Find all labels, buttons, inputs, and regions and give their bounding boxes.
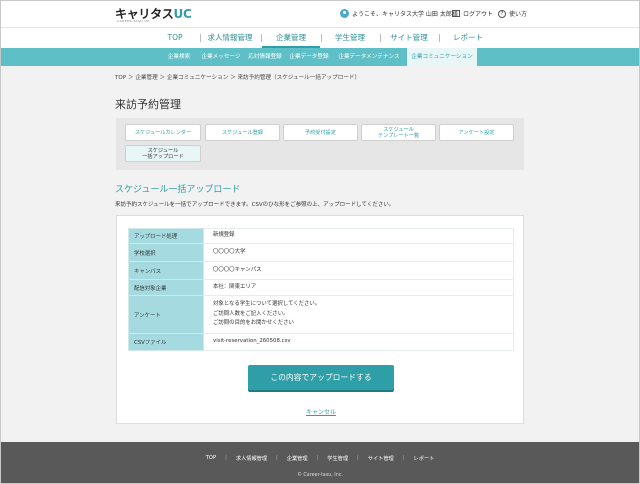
- tab-bulk-upload[interactable]: スケジュール 一括アップロード: [125, 145, 201, 162]
- footer-link-top[interactable]: TOP: [197, 455, 225, 462]
- main-nav-site[interactable]: サイト管理: [380, 28, 438, 48]
- footer-links: TOP | 求人情報管理 | 企業管理 | 学生管理 | サイト管理 | レポート: [0, 455, 640, 462]
- user-greeting: ようこそ、キャリタス大学 山田 太郎様: [340, 9, 458, 18]
- row-value: 〇〇〇〇キャンパス: [203, 261, 514, 280]
- logout-link[interactable]: ログアウト: [452, 9, 493, 18]
- tab-survey-settings[interactable]: アンケート設定: [439, 124, 514, 141]
- breadcrumb[interactable]: TOP ＞ 企業管理 ＞ 企業コミュニケーション ＞ 来訪予約管理（スケジュール…: [115, 73, 360, 81]
- logout-label: ログアウト: [463, 11, 494, 18]
- sub-nav-company-data[interactable]: 企業データ登録: [287, 48, 331, 66]
- row-label: CSVファイル: [128, 333, 204, 351]
- upload-button[interactable]: この内容でアップロードする: [248, 365, 394, 390]
- tab-schedule-calendar[interactable]: スケジュールカレンダー: [125, 124, 201, 141]
- row-label: 学校選択: [128, 243, 204, 262]
- greeting-text: ようこそ、キャリタス大学 山田 太郎様: [352, 11, 458, 18]
- tab-panel: スケジュールカレンダー スケジュール登録 予約受付設定 スケジュール テンプレー…: [116, 118, 524, 170]
- table-row: 学校選択 〇〇〇〇大学: [128, 243, 514, 262]
- row-label: アップロード処理: [128, 228, 204, 244]
- footer-link-companies[interactable]: 企業管理: [278, 455, 317, 462]
- logo-subtitle: CAREER-TASU UC: [117, 19, 150, 23]
- cancel-link[interactable]: キャンセル: [117, 407, 525, 416]
- section-description: 来訪予約スケジュールを一括でアップロードできます。CSVのひな形をご参照の上、ア…: [115, 202, 395, 208]
- sub-nav-company-message[interactable]: 企業メッセージ: [199, 48, 243, 66]
- sub-nav-data-maintenance[interactable]: 企業データメンテナンス: [332, 48, 406, 66]
- help-icon: ?: [498, 9, 506, 18]
- help-link[interactable]: ? 使い方: [498, 9, 527, 18]
- row-value: 対象となる学生について選択してください。 ご訪問人数をご記入ください。 ご訪問の…: [203, 295, 514, 334]
- copyright: © Career-tasu, Inc.: [297, 473, 343, 478]
- page-title: 来訪予約管理: [115, 98, 181, 111]
- sub-nav: 企業検索 企業メッセージ 応対情報登録 企業データ登録 企業データメンテナンス …: [0, 48, 640, 66]
- section-title: スケジュール一括アップロード: [115, 185, 241, 195]
- footer-link-site[interactable]: サイト管理: [359, 455, 403, 462]
- row-value: 新規登録: [203, 228, 514, 244]
- table-row: CSVファイル visit-reservation_260508.csv: [128, 333, 514, 351]
- tab-schedule-register[interactable]: スケジュール登録: [205, 124, 280, 141]
- main-nav-report[interactable]: レポート: [440, 28, 496, 48]
- table-row: 配信対象企業 本社：関東エリア: [128, 279, 514, 296]
- main-nav: TOP 求人情報管理 企業管理 学生管理 サイト管理 レポート: [0, 27, 640, 48]
- footer-link-students[interactable]: 学生管理: [318, 455, 357, 462]
- table-row: アップロード処理 新規登録: [128, 228, 514, 244]
- footer: TOP | 求人情報管理 | 企業管理 | 学生管理 | サイト管理 | レポート © C…: [0, 442, 640, 484]
- user-icon: [340, 9, 349, 18]
- footer-link-jobs[interactable]: 求人情報管理: [227, 455, 276, 462]
- sub-nav-contact-info[interactable]: 応対情報登録: [244, 48, 286, 66]
- row-label: アンケート: [128, 295, 204, 334]
- row-value: visit-reservation_260508.csv: [203, 333, 514, 351]
- footer-link-report[interactable]: レポート: [405, 455, 444, 462]
- help-label: 使い方: [509, 11, 528, 18]
- row-value: 〇〇〇〇大学: [203, 243, 514, 262]
- tab-reservation-settings[interactable]: 予約受付設定: [283, 124, 358, 141]
- sub-nav-company-search[interactable]: 企業検索: [160, 48, 198, 66]
- table-row: キャンパス 〇〇〇〇キャンパス: [128, 261, 514, 280]
- main-nav-jobs[interactable]: 求人情報管理: [200, 28, 260, 48]
- tab-template-list[interactable]: スケジュール テンプレート一覧: [361, 124, 436, 141]
- top-header: キャリタスUC CAREER-TASU UC ようこそ、キャリタス大学 山田 太…: [0, 0, 640, 27]
- confirm-card: アップロード処理 新規登録 学校選択 〇〇〇〇大学 キャンパス 〇〇〇〇キャンパ…: [116, 215, 524, 424]
- main-nav-companies[interactable]: 企業管理: [262, 28, 320, 48]
- table-row: アンケート 対象となる学生について選択してください。 ご訪問人数をご記入ください…: [128, 295, 514, 334]
- row-label: 配信対象企業: [128, 279, 204, 296]
- main-nav-students[interactable]: 学生管理: [322, 28, 378, 48]
- row-label: キャンパス: [128, 261, 204, 280]
- row-value: 本社：関東エリア: [203, 279, 514, 296]
- confirm-table: アップロード処理 新規登録 学校選択 〇〇〇〇大学 キャンパス 〇〇〇〇キャンパ…: [128, 228, 514, 351]
- sub-nav-communication[interactable]: 企業コミュニケーション: [407, 48, 477, 66]
- logout-icon: [452, 10, 460, 17]
